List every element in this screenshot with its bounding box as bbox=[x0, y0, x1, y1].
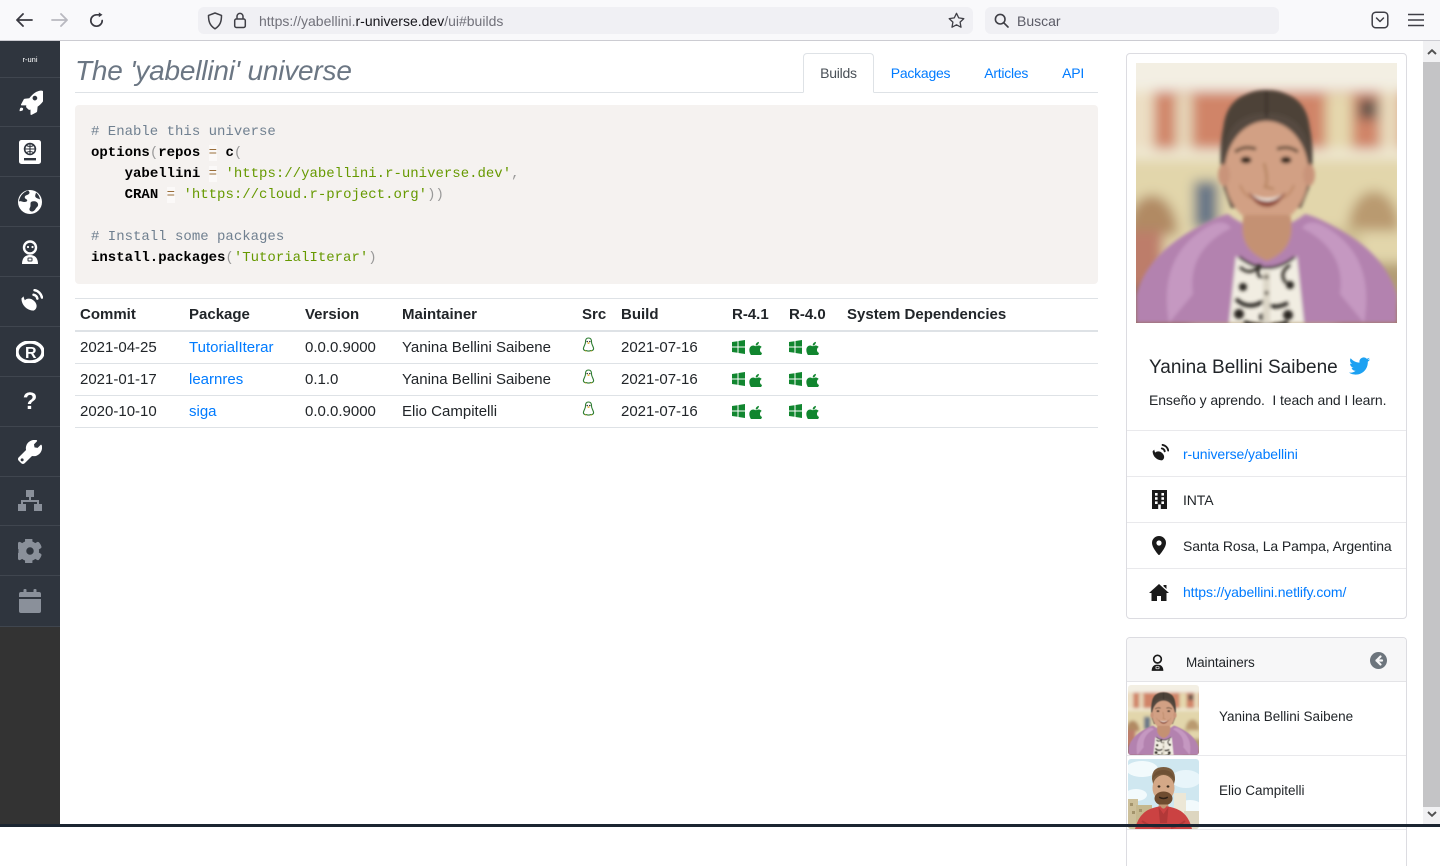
svg-text:r-uni: r-uni bbox=[22, 55, 37, 63]
svg-text:R: R bbox=[25, 345, 37, 362]
